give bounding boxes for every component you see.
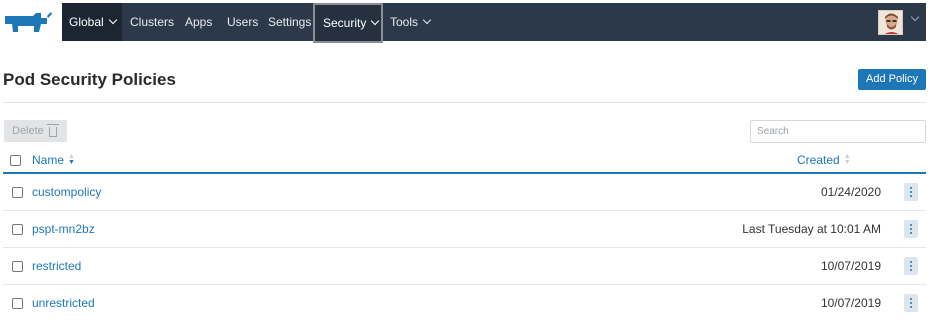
rancher-logo-icon[interactable] (3, 10, 53, 36)
table-row: pspt-mn2bz Last Tuesday at 10:01 AM (3, 211, 926, 248)
row-checkbox[interactable] (12, 187, 23, 198)
row-checkbox[interactable] (12, 261, 23, 272)
row-checkbox[interactable] (12, 224, 23, 235)
chevron-down-icon[interactable] (910, 12, 920, 22)
row-checkbox[interactable] (12, 298, 23, 309)
delete-button-label: Delete (12, 125, 44, 137)
nav-item-label: Apps (185, 15, 213, 29)
sort-icon: ▲ ▼ (843, 153, 851, 166)
nav-global-label: Global (69, 15, 104, 29)
nav-item-label: Tools (390, 15, 419, 29)
chevron-down-icon (371, 16, 380, 26)
nav-item-label: Settings (268, 15, 312, 29)
created-date: 01/24/2020 (820, 185, 881, 199)
column-header-label: Name (32, 153, 65, 167)
table-row: custompolicy 01/24/2020 (3, 174, 926, 211)
table-row: restricted 10/07/2019 (3, 248, 926, 285)
row-actions-kebab-icon[interactable] (904, 183, 918, 201)
nav-item-label: Users (227, 15, 259, 29)
trash-icon (46, 124, 59, 137)
policy-name-link[interactable]: restricted (32, 259, 81, 273)
sort-icon: ▲ ▼ (68, 153, 75, 166)
created-date: 10/07/2019 (820, 296, 881, 310)
created-date: Last Tuesday at 10:01 AM (742, 222, 881, 236)
chevron-down-icon (108, 15, 117, 25)
column-header-created[interactable]: Created ▲ ▼ (797, 153, 851, 167)
nav-security-label: Security (323, 16, 367, 30)
nav-item-settings[interactable]: Settings (268, 3, 311, 41)
divider (3, 102, 926, 103)
page-title: Pod Security Policies (3, 70, 176, 89)
nav-item-label: Clusters (130, 15, 175, 29)
search-input[interactable] (750, 120, 926, 143)
nav-security-menu[interactable]: Security (313, 3, 383, 43)
select-all-checkbox[interactable] (10, 155, 21, 166)
row-actions-kebab-icon[interactable] (904, 294, 918, 312)
table-row: unrestricted 10/07/2019 (3, 285, 926, 322)
row-actions-kebab-icon[interactable] (904, 257, 918, 275)
add-policy-button[interactable]: Add Policy (858, 69, 926, 90)
policy-name-link[interactable]: unrestricted (32, 296, 95, 310)
nav-item-users[interactable]: Users (227, 3, 258, 41)
policy-name-link[interactable]: pspt-mn2bz (32, 222, 95, 236)
delete-button[interactable]: Delete (4, 120, 67, 142)
row-actions-kebab-icon[interactable] (904, 220, 918, 238)
policy-name-link[interactable]: custompolicy (32, 185, 101, 199)
column-header-label: Created (797, 153, 840, 167)
nav-item-apps[interactable]: Apps (185, 3, 212, 41)
nav-tools-menu[interactable]: Tools (390, 3, 432, 41)
created-date: 10/07/2019 (820, 259, 881, 273)
nav-item-clusters[interactable]: Clusters (130, 3, 174, 41)
top-navigation-bar: Global Clusters Apps Users Settings Secu… (62, 3, 926, 43)
column-header-name[interactable]: Name ▲ ▼ (32, 153, 75, 167)
chevron-down-icon (422, 15, 432, 25)
user-avatar-icon[interactable] (878, 10, 903, 35)
nav-global-menu[interactable]: Global (62, 3, 122, 41)
